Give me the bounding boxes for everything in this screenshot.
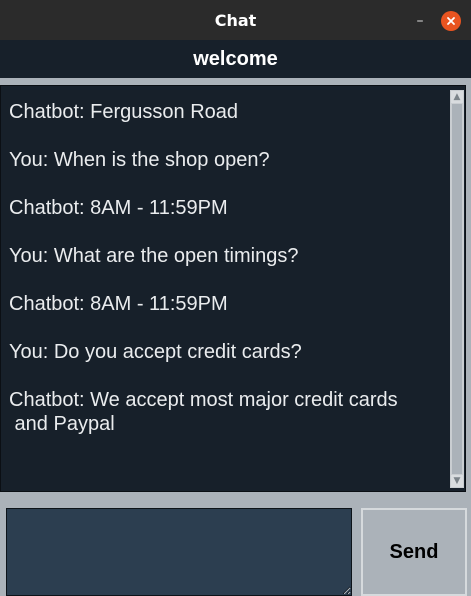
minimize-icon[interactable]: – [410,10,430,30]
chat-message: Chatbot: Fergusson Road [9,101,239,123]
header-divider [0,78,471,85]
scroll-up-arrow-icon[interactable]: ▲ [451,91,463,103]
window-title: Chat [214,10,257,30]
chat-message: You: When is the shop open? [9,149,270,171]
message-input[interactable] [6,508,352,596]
chat-message: Chatbot: 8AM - 11:59PM [9,293,228,315]
close-x-glyph [447,17,455,25]
chat-log: Chatbot: Fergusson Road You: When is the… [9,100,451,480]
chat-transcript[interactable]: Chatbot: Fergusson Road You: When is the… [0,85,466,492]
chat-message: You: What are the open timings? [9,245,299,267]
window-titlebar: Chat – [0,0,471,40]
scroll-down-arrow-icon[interactable]: ▼ [451,475,463,487]
chat-scrollbar[interactable]: ▲ ▼ [450,90,464,488]
close-icon[interactable] [441,11,461,31]
chat-message: Chatbot: 8AM - 11:59PM [9,197,228,219]
welcome-header: welcome [0,40,471,78]
scrollbar-thumb[interactable] [452,104,462,474]
send-button-label: Send [389,540,439,563]
chat-message: You: Do you accept credit cards? [9,341,302,363]
send-button[interactable]: Send [361,508,467,596]
welcome-label: welcome [193,47,278,70]
chat-message: Chatbot: We accept most major credit car… [9,389,398,435]
